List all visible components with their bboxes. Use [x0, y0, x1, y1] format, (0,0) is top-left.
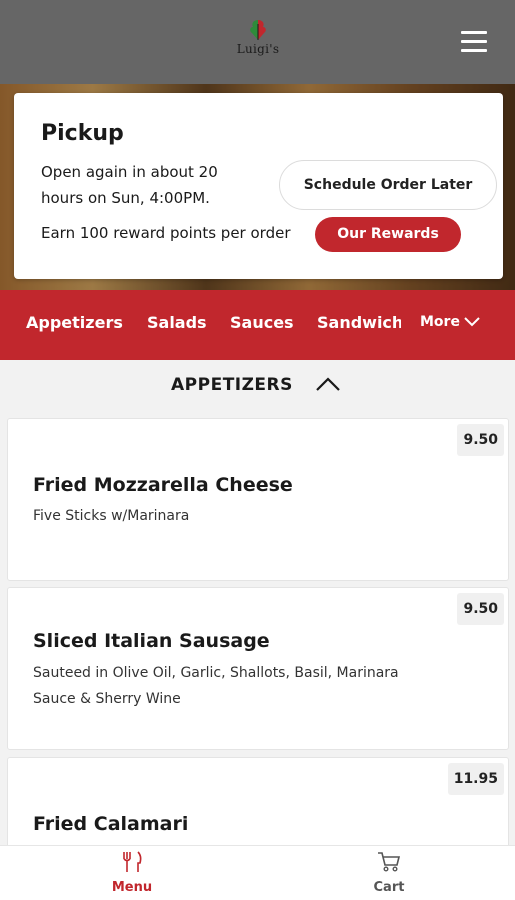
item-price: 11.95 — [447, 763, 504, 795]
category-tab-sauces[interactable]: Sauces — [230, 313, 294, 332]
logo-leaf-icon — [250, 20, 266, 40]
cart-icon — [378, 852, 401, 872]
tab-menu-label: Menu — [111, 880, 153, 895]
pickup-title: Pickup — [41, 121, 124, 146]
tab-cart[interactable]: Cart — [339, 850, 439, 895]
chevron-up-icon[interactable] — [314, 375, 342, 393]
item-price: 9.50 — [457, 593, 504, 625]
luigis-logo[interactable]: Luigi's — [231, 18, 285, 60]
item-description: Sauteed in Olive Oil, Garlic, Shallots, … — [33, 665, 399, 707]
category-tab-sandwiches[interactable]: Sandwiches — [317, 313, 401, 332]
category-more-button[interactable]: More — [420, 314, 481, 330]
section-title: APPETIZERS — [171, 375, 293, 395]
item-name: Sliced Italian Sausage — [33, 630, 270, 652]
schedule-order-later-button[interactable]: Schedule Order Later — [279, 160, 497, 210]
tab-cart-label: Cart — [373, 880, 405, 895]
item-description: Five Sticks w/Marinara — [33, 508, 190, 524]
item-price: 9.50 — [457, 424, 504, 456]
category-tab-sandwiches-clip[interactable]: Sandwiches — [317, 313, 401, 337]
item-name: Fried Calamari — [33, 813, 189, 835]
more-label: More — [420, 314, 460, 330]
category-tab-salads[interactable]: Salads — [147, 313, 207, 332]
tab-menu[interactable]: Menu — [82, 850, 182, 895]
logo-text: Luigi's — [236, 42, 280, 56]
category-nav: Appetizers Salads Sauces Sandwiches More — [0, 290, 515, 360]
menu-item-card[interactable]: 9.50 Sliced Italian Sausage Sauteed in O… — [7, 587, 509, 750]
menu-item-card[interactable]: 9.50 Fried Mozzarella Cheese Five Sticks… — [7, 418, 509, 581]
hamburger-menu-icon[interactable] — [461, 31, 487, 53]
category-tab-appetizers[interactable]: Appetizers — [26, 313, 123, 332]
fork-knife-icon — [123, 851, 142, 872]
our-rewards-button[interactable]: Our Rewards — [315, 217, 461, 252]
rewards-text: Earn 100 reward points per order — [41, 224, 291, 242]
section-header[interactable]: APPETIZERS — [0, 360, 515, 416]
pickup-card: Pickup Open again in about 20 hours on S… — [14, 93, 503, 279]
chevron-down-icon — [464, 317, 480, 327]
pickup-status: Open again in about 20 hours on Sun, 4:0… — [41, 163, 218, 207]
top-bar: Luigi's — [0, 0, 515, 84]
item-name: Fried Mozzarella Cheese — [33, 474, 293, 496]
bottom-tab-bar: Menu Cart — [0, 845, 515, 900]
